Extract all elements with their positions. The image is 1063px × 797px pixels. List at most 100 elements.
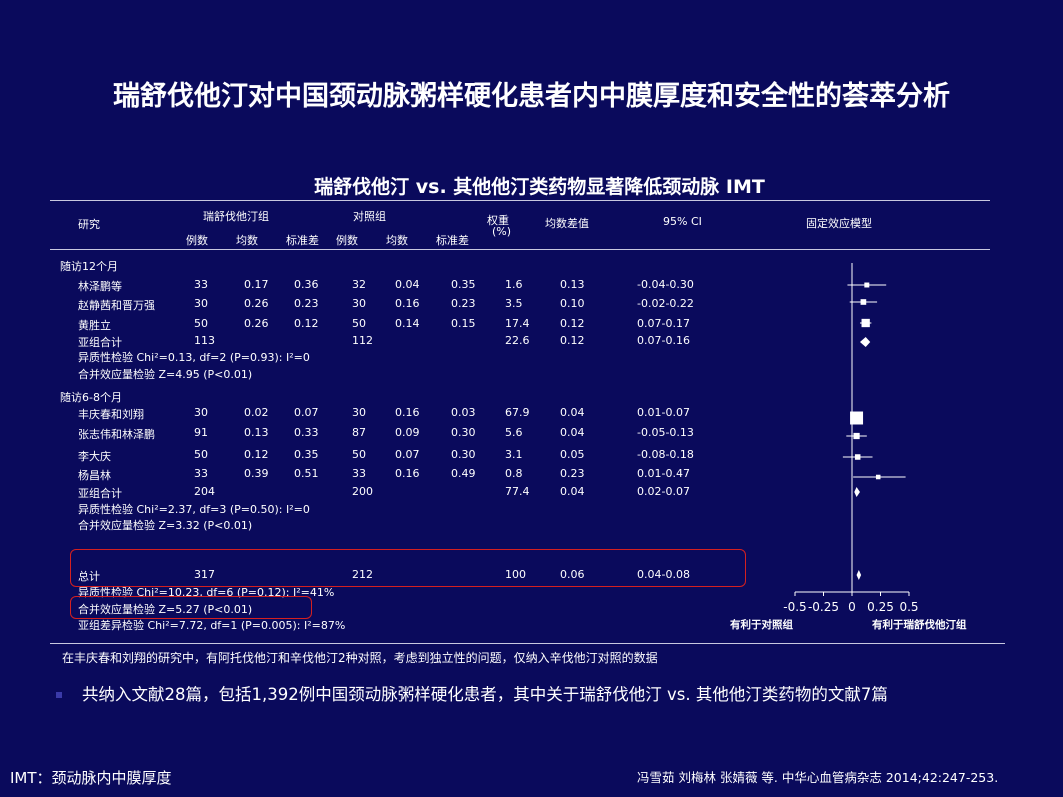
summary-bullet: 共纳入文献28篇，包括1,392例中国颈动脉粥样硬化患者，其中关于瑞舒伐他汀 v… xyxy=(82,685,888,704)
row-8-n1: 204 xyxy=(194,485,215,498)
row-0-m1: 0.17 xyxy=(244,278,269,291)
forest-diamond-9 xyxy=(856,570,862,580)
section-het-12m: 异质性检验 Chi²=0.13, df=2 (P=0.93): I²=0 xyxy=(78,351,310,364)
row-1-study: 赵静茜和晋万强 xyxy=(78,299,155,312)
chart-subtitle: 瑞舒伐他汀 vs. 其他他汀类药物显著降低颈动脉 IMT xyxy=(314,176,765,198)
row-4-m1: 0.02 xyxy=(244,406,269,419)
row-5-w: 5.6 xyxy=(505,426,523,439)
row-7-md: 0.23 xyxy=(560,467,585,480)
row-8-w: 77.4 xyxy=(505,485,530,498)
row-7-ci: 0.01-0.47 xyxy=(637,467,690,480)
subgroup-diff: 亚组差异检验 Chi²=7.72, df=1 (P=0.005): I²=87% xyxy=(78,619,346,632)
forest-tick-label-2: 0 xyxy=(848,600,856,614)
row-2-m1: 0.26 xyxy=(244,317,269,330)
col-md: 均数差值 xyxy=(545,217,589,230)
table-top-rule xyxy=(50,200,990,201)
section-label-12m: 随访12个月 xyxy=(60,260,118,273)
row-6-m1: 0.12 xyxy=(244,448,269,461)
forest-point-0 xyxy=(864,282,870,288)
footnote: 在丰庆春和刘翔的研究中，有阿托伐他汀和辛伐他汀2种对照，考虑到独立性的问题，仅纳… xyxy=(62,651,658,665)
row-0-ci: -0.04-0.30 xyxy=(637,278,694,291)
row-6-md: 0.05 xyxy=(560,448,585,461)
page-title: 瑞舒伐他汀对中国颈动脉粥样硬化患者内中膜厚度和安全性的荟萃分析 xyxy=(113,81,950,112)
row-0-m2: 0.04 xyxy=(395,278,420,291)
row-2-sd1: 0.12 xyxy=(294,317,319,330)
row-2-study: 黄胜立 xyxy=(78,319,111,332)
section-overall-12m: 合并效应量检验 Z=4.95 (P<0.01) xyxy=(78,368,253,381)
row-3-w: 22.6 xyxy=(505,334,530,347)
row-7-m2: 0.16 xyxy=(395,467,420,480)
row-4-m2: 0.16 xyxy=(395,406,420,419)
forest-plot: -0.5 -0.25 0 0.25 0.5 xyxy=(783,263,919,614)
row-2-n1: 50 xyxy=(194,317,208,330)
row-7-sd1: 0.51 xyxy=(294,467,319,480)
row-6-n1: 50 xyxy=(194,448,208,461)
row-4-n2: 30 xyxy=(352,406,366,419)
row-3-ci: 0.07-0.16 xyxy=(637,334,690,347)
row-7-n2: 33 xyxy=(352,467,366,480)
favors-rosuvastatin-label: 有利于瑞舒伐他汀组 xyxy=(872,619,967,631)
row-0-md: 0.13 xyxy=(560,278,585,291)
forest-tick-label-3: 0.25 xyxy=(867,600,894,614)
forest-point-5 xyxy=(853,432,860,440)
row-4-ci: 0.01-0.07 xyxy=(637,406,690,419)
col-sd1: 标准差 xyxy=(286,234,319,247)
col-group1: 瑞舒伐他汀组 xyxy=(203,210,269,223)
citation: 冯雪茹 刘梅林 张婧薇 等. 中华心血管病杂志 2014;42:247-253. xyxy=(637,770,999,785)
row-4-study: 丰庆春和刘翔 xyxy=(78,408,144,421)
row-5-ci: -0.05-0.13 xyxy=(637,426,694,439)
imt-definition: IMT：颈动脉内中膜厚度 xyxy=(10,769,172,787)
section-overall-6-8m: 合并效应量检验 Z=3.32 (P<0.01) xyxy=(78,519,253,532)
col-sd2: 标准差 xyxy=(436,234,469,247)
row-5-md: 0.04 xyxy=(560,426,585,439)
row-6-sd1: 0.35 xyxy=(294,448,319,461)
row-5-sd1: 0.33 xyxy=(294,426,319,439)
row-7-study: 杨昌林 xyxy=(78,469,111,482)
row-4-n1: 30 xyxy=(194,406,208,419)
row-0-sd2: 0.35 xyxy=(451,278,476,291)
row-1-ci: -0.02-0.22 xyxy=(637,297,694,310)
row-6-study: 李大庆 xyxy=(78,450,111,463)
row-0-w: 1.6 xyxy=(505,278,523,291)
row-3-study: 亚组合计 xyxy=(78,336,122,349)
section-het-6-8m: 异质性检验 Chi²=2.37, df=3 (P=0.50): I²=0 xyxy=(78,503,310,516)
row-1-n2: 30 xyxy=(352,297,366,310)
row-7-sd2: 0.49 xyxy=(451,467,476,480)
row-6-w: 3.1 xyxy=(505,448,523,461)
col-mean1: 均数 xyxy=(236,234,258,247)
row-2-md: 0.12 xyxy=(560,317,585,330)
row-4-sd1: 0.07 xyxy=(294,406,319,419)
row-5-study: 张志伟和林泽鹏 xyxy=(78,428,155,441)
forest-point-4 xyxy=(850,411,864,425)
forest-point-7 xyxy=(875,474,881,480)
row-4-w: 67.9 xyxy=(505,406,530,419)
table-bottom-rule xyxy=(50,643,1005,644)
row-2-w: 17.4 xyxy=(505,317,530,330)
col-mean2: 均数 xyxy=(386,234,408,247)
row-4-sd2: 0.03 xyxy=(451,406,476,419)
row-1-m2: 0.16 xyxy=(395,297,420,310)
forest-tick-label-0: -0.5 xyxy=(783,600,806,614)
col-n2: 例数 xyxy=(336,234,358,247)
row-2-sd2: 0.15 xyxy=(451,317,476,330)
section-label-6-8m: 随访6-8个月 xyxy=(60,391,122,404)
row-2-n2: 50 xyxy=(352,317,366,330)
row-7-m1: 0.39 xyxy=(244,467,269,480)
row-2-m2: 0.14 xyxy=(395,317,420,330)
row-5-n1: 91 xyxy=(194,426,208,439)
row-6-ci: -0.08-0.18 xyxy=(637,448,694,461)
row-8-ci: 0.02-0.07 xyxy=(637,485,690,498)
forest-point-2 xyxy=(861,318,870,328)
forest-tick-label-1: -0.25 xyxy=(808,600,839,614)
row-3-md: 0.12 xyxy=(560,334,585,347)
col-ci: 95% CI xyxy=(663,215,702,228)
row-0-sd1: 0.36 xyxy=(294,278,319,291)
col-study: 研究 xyxy=(78,218,100,231)
row-8-study: 亚组合计 xyxy=(78,487,122,500)
row-1-w: 3.5 xyxy=(505,297,523,310)
forest-point-1 xyxy=(860,299,867,305)
row-1-n1: 30 xyxy=(194,297,208,310)
row-1-md: 0.10 xyxy=(560,297,585,310)
row-1-m1: 0.26 xyxy=(244,297,269,310)
row-5-sd2: 0.30 xyxy=(451,426,476,439)
